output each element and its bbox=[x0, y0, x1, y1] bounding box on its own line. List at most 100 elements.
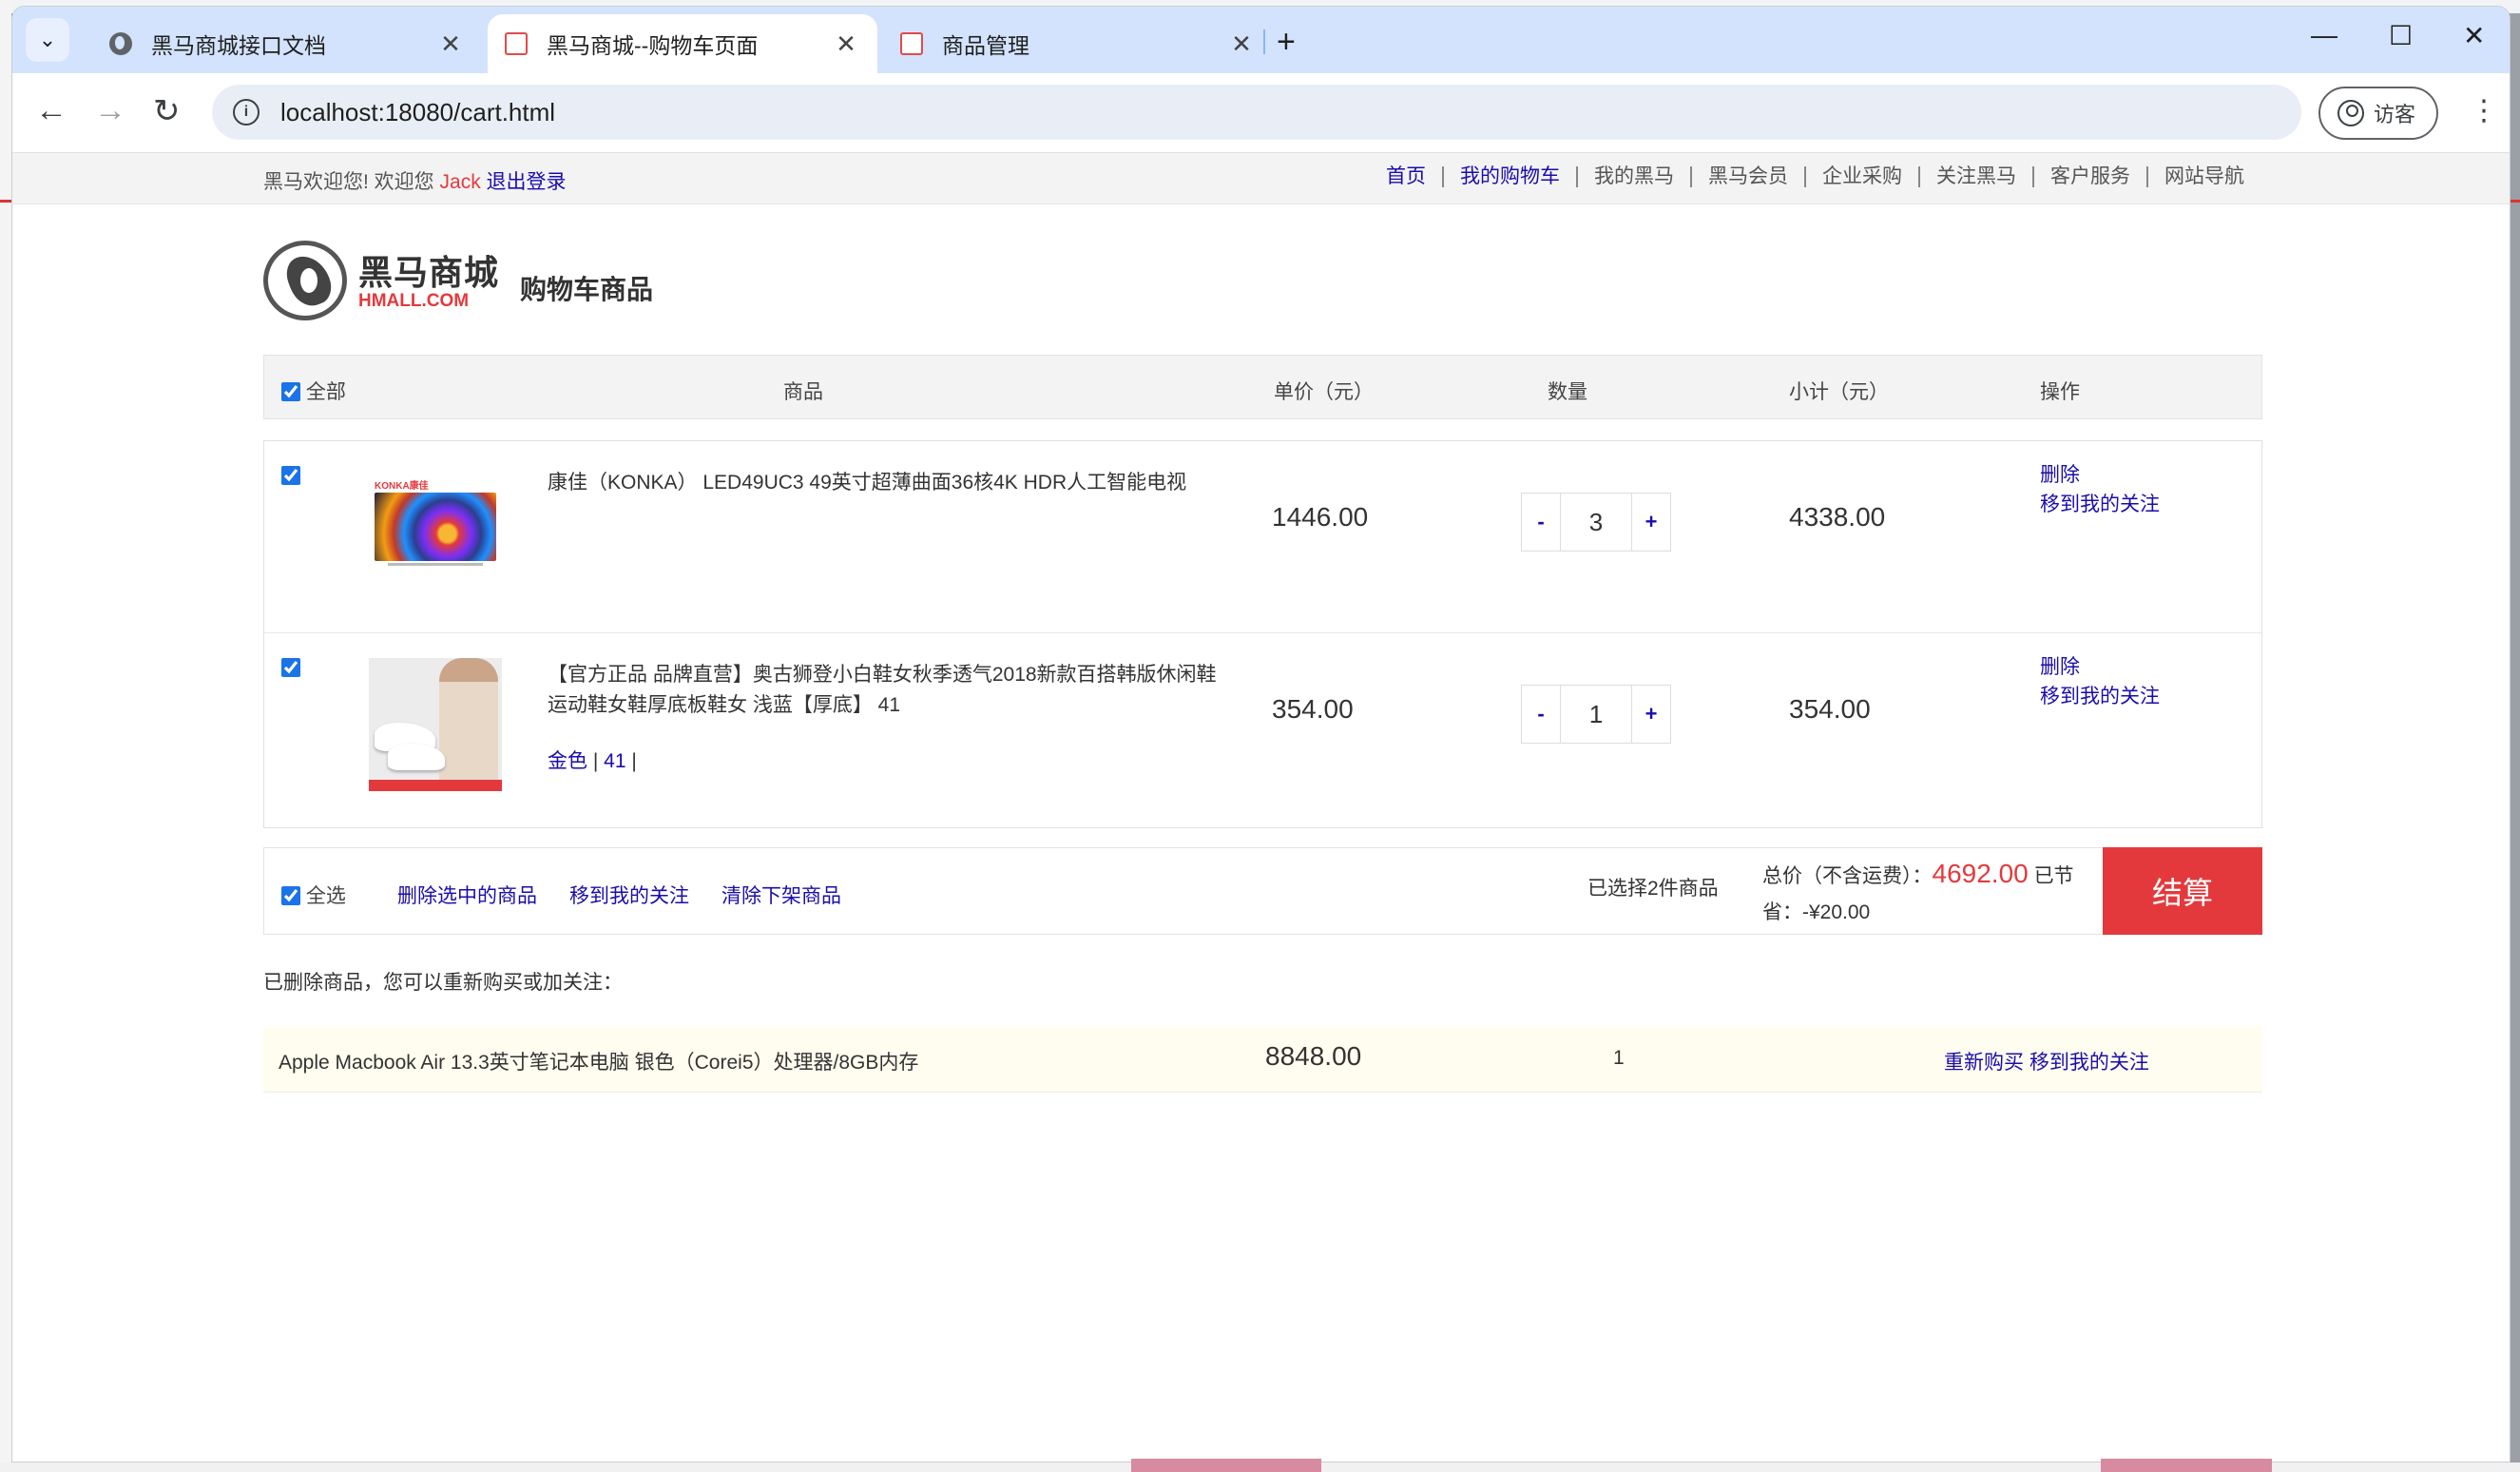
checkout-button[interactable]: 结算 bbox=[2103, 847, 2262, 935]
item-subtotal: 354.00 bbox=[1789, 694, 1871, 724]
header-price: 单价（元） bbox=[1274, 381, 1374, 403]
footer-select-all: 全选 bbox=[281, 881, 346, 909]
quantity-stepper: - 1 + bbox=[1521, 685, 1671, 744]
globe-icon bbox=[109, 32, 132, 55]
maximize-button[interactable]: ☐ bbox=[2389, 20, 2413, 51]
product-name[interactable]: 【官方正品 品牌直营】奥古狮登小白鞋女秋季透气2018新款百搭韩版休闲鞋运动鞋女… bbox=[548, 660, 1232, 721]
nav-sitemap[interactable]: 网站导航 bbox=[2146, 166, 2260, 187]
profile-button[interactable]: 访客 bbox=[2318, 87, 2438, 140]
address-bar[interactable]: i localhost:18080/cart.html bbox=[212, 85, 2301, 140]
total-amount: 4692.00 bbox=[1932, 859, 2029, 888]
tv-screen bbox=[375, 493, 496, 561]
close-tab-icon[interactable]: ✕ bbox=[832, 29, 860, 59]
item-actions: 删除 移到我的关注 bbox=[2040, 652, 2160, 711]
move-selected-to-follow-link[interactable]: 移到我的关注 bbox=[569, 881, 689, 909]
decrease-qty-button[interactable]: - bbox=[1522, 494, 1560, 551]
item-actions: 删除 移到我的关注 bbox=[2040, 460, 2160, 519]
forward-arrow-icon[interactable]: → bbox=[94, 92, 126, 129]
page-content: 黑马欢迎您! 欢迎您 Jack 退出登录 首页 我的购物车 我的黑马 黑马会员 … bbox=[12, 153, 2510, 1462]
product-attributes: 金色 | 41 | bbox=[548, 746, 637, 774]
product-image[interactable]: KONKA康佳 bbox=[369, 466, 502, 599]
hmall-logo-icon[interactable] bbox=[263, 241, 347, 320]
tab-cart-page[interactable]: 黑马商城--购物车页面 ✕ bbox=[488, 14, 877, 73]
deleted-item-qty: 1 bbox=[1613, 1047, 1625, 1069]
username: Jack bbox=[439, 171, 481, 193]
site-info-icon[interactable]: i bbox=[233, 99, 260, 126]
tab-search-button[interactable]: ⌄ bbox=[26, 18, 69, 62]
shoe-shape bbox=[388, 744, 445, 770]
item-checkbox[interactable] bbox=[281, 658, 300, 677]
tab-api-docs[interactable]: 黑马商城接口文档 ✕ bbox=[92, 14, 482, 73]
move-to-follow-link[interactable]: 移到我的关注 bbox=[2040, 490, 2160, 519]
profile-label: 访客 bbox=[2374, 103, 2416, 126]
header-ops: 操作 bbox=[2040, 381, 2080, 403]
close-tab-icon[interactable]: ✕ bbox=[1227, 29, 1256, 59]
footer-actions: 删除选中的商品 移到我的关注 清除下架商品 bbox=[397, 881, 841, 909]
increase-qty-button[interactable]: + bbox=[1632, 686, 1670, 743]
logo-name-cn: 黑马商城 bbox=[358, 253, 500, 292]
delete-selected-link[interactable]: 删除选中的商品 bbox=[397, 881, 537, 909]
welcome-label: 黑马欢迎您! 欢迎您 bbox=[263, 171, 440, 193]
deleted-items-title: 已删除商品，您可以重新购买或加关注： bbox=[263, 972, 623, 994]
quantity-input[interactable]: 1 bbox=[1560, 686, 1632, 743]
item-checkbox[interactable] bbox=[281, 466, 300, 485]
delete-item-link[interactable]: 删除 bbox=[2040, 460, 2160, 490]
page-title: 购物车商品 bbox=[520, 275, 654, 304]
quantity-input[interactable]: 3 bbox=[1560, 494, 1632, 551]
close-tab-icon[interactable]: ✕ bbox=[436, 29, 465, 59]
hmall-favicon-icon bbox=[900, 32, 923, 55]
select-all-checkbox[interactable] bbox=[281, 382, 300, 401]
move-to-follow-link[interactable]: 移到我的关注 bbox=[2040, 682, 2160, 711]
desktop-peek bbox=[1131, 1459, 1321, 1472]
header-goods: 商品 bbox=[783, 381, 823, 403]
hmall-favicon-icon bbox=[505, 32, 528, 55]
select-all-label: 全部 bbox=[305, 381, 346, 403]
url-text: localhost:18080/cart.html bbox=[280, 97, 556, 126]
delete-item-link[interactable]: 删除 bbox=[2040, 652, 2160, 682]
increase-qty-button[interactable]: + bbox=[1632, 494, 1670, 551]
deleted-item-name[interactable]: Apple Macbook Air 13.3英寸笔记本电脑 银色（Corei5）… bbox=[279, 1047, 918, 1075]
cart-item: 【官方正品 品牌直营】奥古狮登小白鞋女秋季透气2018新款百搭韩版休闲鞋运动鞋女… bbox=[264, 633, 2261, 825]
tab-product-management[interactable]: 商品管理 ✕ bbox=[883, 14, 1273, 73]
total-label: 总价（不含运费）： bbox=[1762, 865, 1933, 887]
brand-header: 黑马商城 HMALL.COM 购物车商品 bbox=[263, 241, 653, 320]
welcome-text: 黑马欢迎您! 欢迎您 Jack 退出登录 bbox=[263, 166, 567, 195]
nav-follow[interactable]: 关注黑马 bbox=[1918, 166, 2032, 187]
footer-select-all-label: 全选 bbox=[305, 885, 346, 907]
nav-enterprise[interactable]: 企业采购 bbox=[1804, 166, 1918, 187]
nav-member[interactable]: 黑马会员 bbox=[1690, 166, 1804, 187]
item-subtotal: 4338.00 bbox=[1789, 502, 1886, 532]
model-figure bbox=[439, 658, 498, 791]
attr-color: 金色 bbox=[548, 750, 587, 772]
rebuy-link[interactable]: 重新购买 bbox=[1944, 1052, 2024, 1074]
deleted-item-price: 8848.00 bbox=[1265, 1041, 1362, 1071]
tab-title: 商品管理 bbox=[942, 33, 1029, 58]
back-arrow-icon[interactable]: ← bbox=[35, 92, 67, 129]
minimize-button[interactable]: — bbox=[2311, 20, 2337, 50]
more-menu-icon[interactable]: ⋮ bbox=[2470, 94, 2498, 127]
new-tab-button[interactable]: + bbox=[1277, 24, 1296, 61]
top-shortcut-bar: 黑马欢迎您! 欢迎您 Jack 退出登录 首页 我的购物车 我的黑马 黑马会员 … bbox=[12, 153, 2510, 204]
footer-select-all-checkbox[interactable] bbox=[281, 886, 300, 905]
cart-item-list: KONKA康佳 康佳（KONKA） LED49UC3 49英寸超薄曲面36核4K… bbox=[263, 440, 2262, 828]
deleted-move-to-follow-link[interactable]: 移到我的关注 bbox=[2029, 1052, 2149, 1074]
nav-my-hm[interactable]: 我的黑马 bbox=[1576, 166, 1690, 187]
product-name[interactable]: 康佳（KONKA） LED49UC3 49英寸超薄曲面36核4K HDR人工智能… bbox=[548, 468, 1232, 498]
nav-home[interactable]: 首页 bbox=[1370, 166, 1442, 187]
unit-price: 354.00 bbox=[1272, 694, 1354, 724]
product-image[interactable] bbox=[369, 658, 502, 791]
decrease-qty-button[interactable]: - bbox=[1522, 686, 1560, 743]
tab-strip: ⌄ 黑马商城接口文档 ✕ 黑马商城--购物车页面 ✕ 商品管理 ✕ + — ☐ … bbox=[12, 7, 2510, 73]
tab-separator bbox=[1263, 29, 1265, 54]
chevron-down-icon: ⌄ bbox=[38, 28, 57, 51]
logo-text: 黑马商城 HMALL.COM bbox=[358, 254, 499, 311]
close-window-button[interactable]: ✕ bbox=[2463, 20, 2485, 51]
tab-title: 黑马商城--购物车页面 bbox=[547, 33, 759, 58]
deleted-item-row: Apple Macbook Air 13.3英寸笔记本电脑 银色（Corei5）… bbox=[263, 1026, 2262, 1093]
logout-link[interactable]: 退出登录 bbox=[481, 171, 567, 193]
clear-offshelf-link[interactable]: 清除下架商品 bbox=[721, 881, 841, 909]
reload-icon[interactable]: ↻ bbox=[153, 92, 181, 130]
header-qty: 数量 bbox=[1548, 381, 1587, 403]
nav-my-cart[interactable]: 我的购物车 bbox=[1442, 166, 1576, 187]
nav-service[interactable]: 客户服务 bbox=[2032, 166, 2146, 187]
